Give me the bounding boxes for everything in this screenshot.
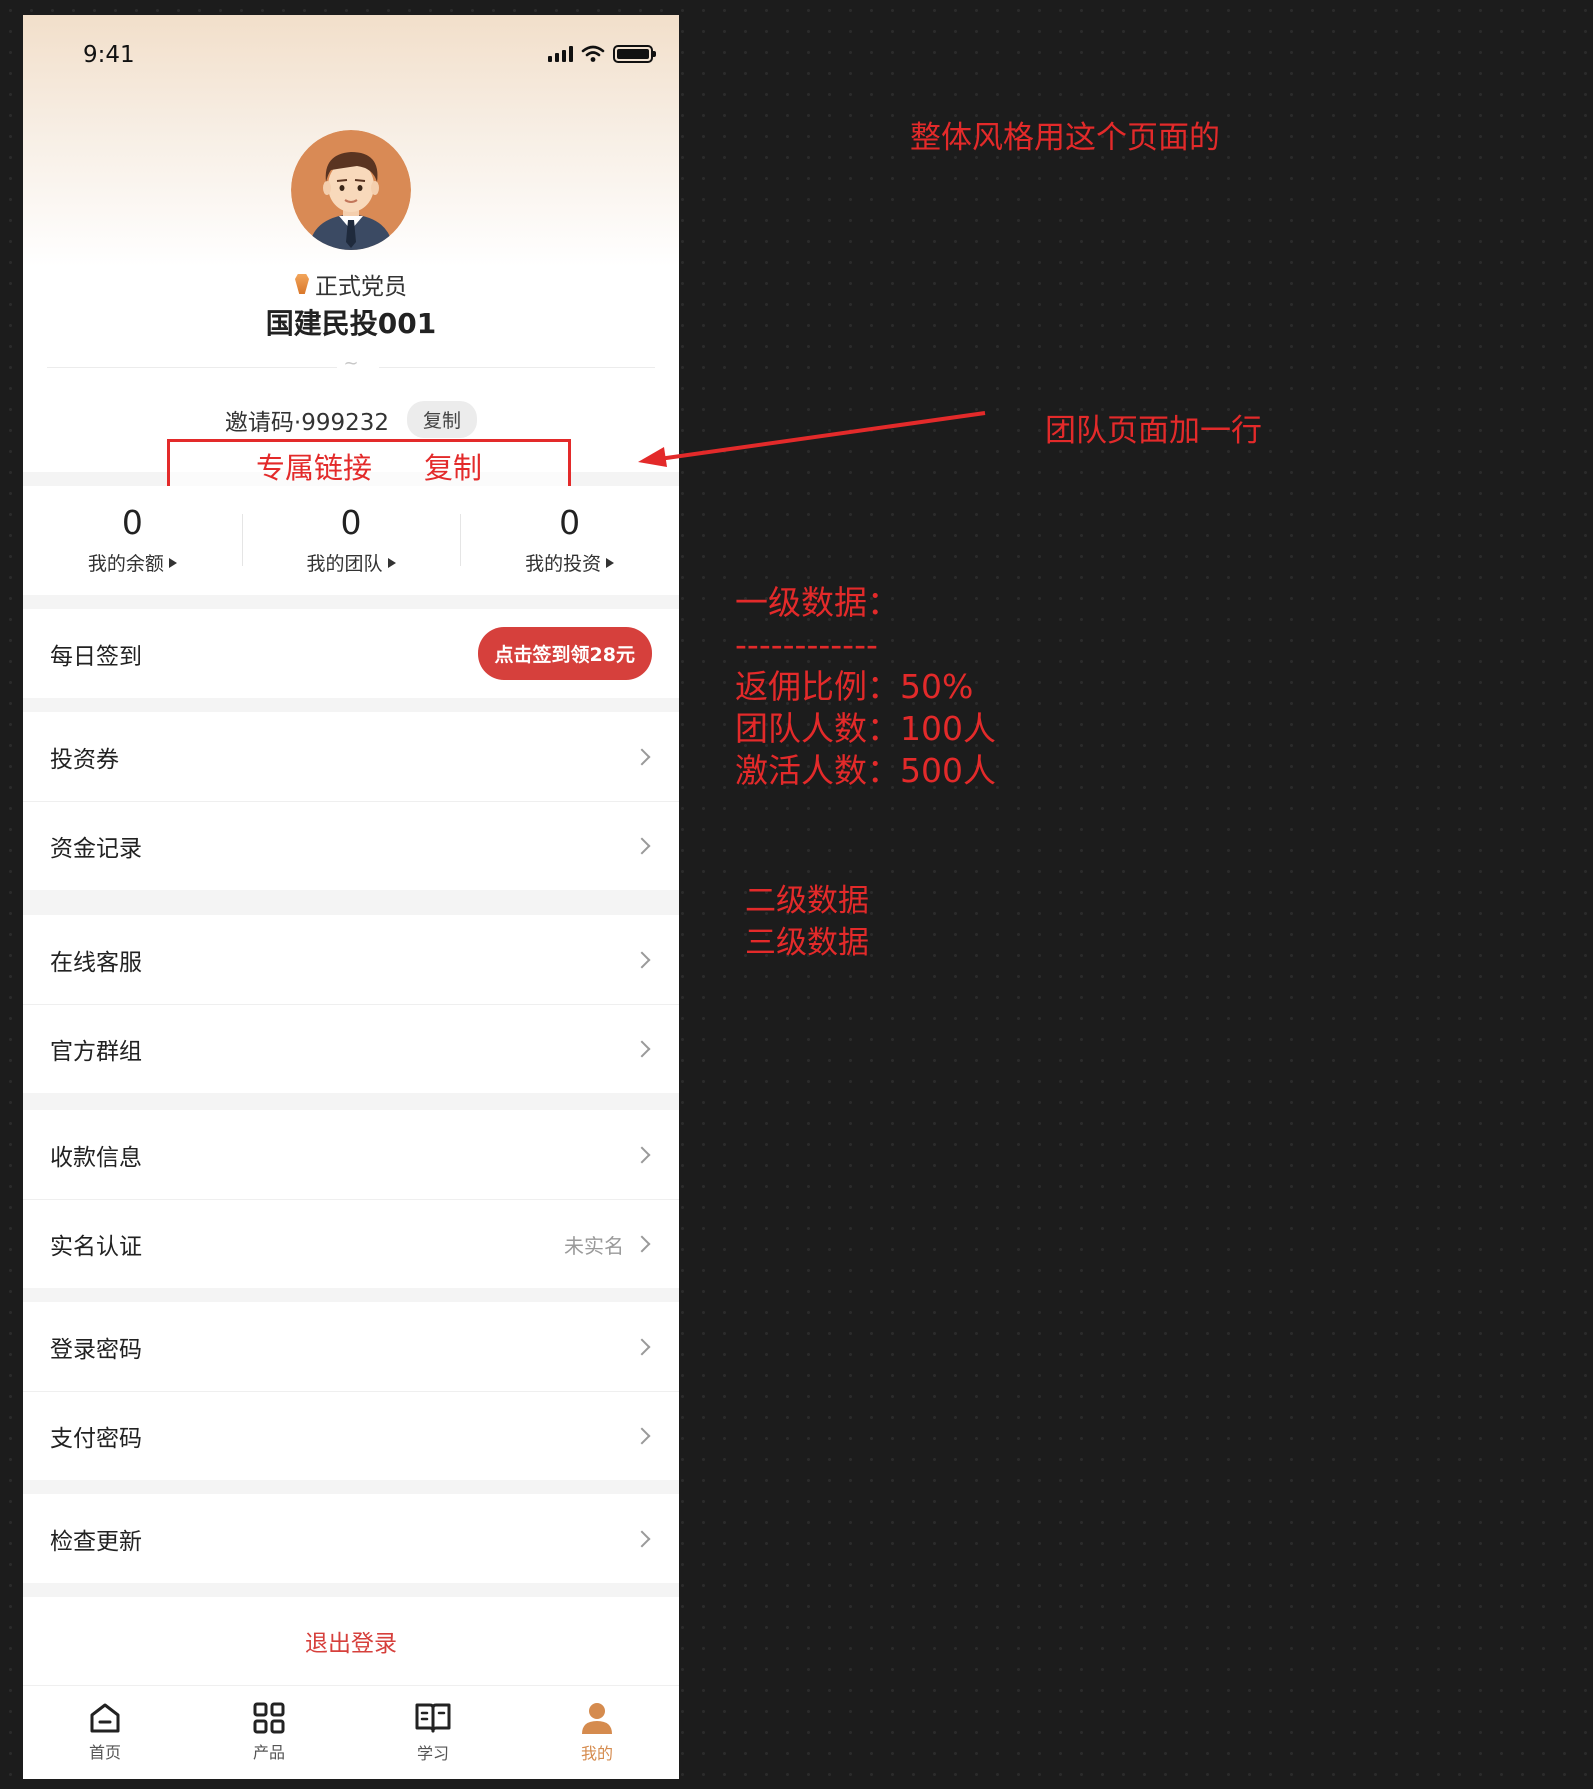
chevron-right-icon <box>633 1146 651 1163</box>
level1-title: 一级数据： <box>735 583 900 622</box>
menu-item-online-service[interactable]: 在线客服 <box>23 915 679 1004</box>
triangle-right-icon <box>168 557 177 568</box>
chevron-right-icon <box>633 1338 651 1355</box>
tab-label: 我的 <box>580 1744 613 1763</box>
invite-code-row: 邀请码·999232 复制 <box>23 401 679 438</box>
level2-label: 二级数据 <box>745 883 869 919</box>
phone-screen: 9:41 正式党员 国建民投001 ~ 邀请码·999232 复制 专属链接 复… <box>23 15 679 1779</box>
menu-label: 投资券 <box>50 746 119 773</box>
level3-label: 三级数据 <box>745 925 869 961</box>
divider-tilde: ~ <box>343 353 359 374</box>
menu-group-finance: 投资券 资金记录 <box>23 712 679 890</box>
menu-label: 资金记录 <box>50 836 142 862</box>
style-annotation: 整体风格用这个页面的 <box>910 120 1220 156</box>
stats-row: 0 我的余额 0 我的团队 0 我的投资 <box>23 486 679 595</box>
member-badge: 正式党员 <box>23 267 679 301</box>
level1-annotation: 一级数据： ------------ 返佣比例：50% 团队人数：100人 激活… <box>735 582 996 792</box>
level1-activated: 激活人数：500人 <box>735 751 996 790</box>
checkin-group: 每日签到 点击签到领28元 <box>23 609 679 698</box>
chevron-right-icon <box>633 748 651 765</box>
status-time: 9:41 <box>83 42 135 68</box>
wifi-icon <box>581 45 605 62</box>
menu-item-pay-password[interactable]: 支付密码 <box>23 1391 679 1480</box>
chevron-right-icon <box>633 1040 651 1058</box>
chevron-right-icon <box>633 1530 651 1547</box>
tab-label: 学习 <box>416 1744 449 1763</box>
menu-label: 实名认证 <box>50 1234 142 1260</box>
stat-balance[interactable]: 0 我的余额 <box>23 486 242 595</box>
tab-products[interactable]: 产品 <box>187 1686 351 1779</box>
stat-value: 0 <box>559 502 581 542</box>
stat-investment[interactable]: 0 我的投资 <box>460 486 679 595</box>
menu-label: 在线客服 <box>50 949 142 976</box>
tab-bar: 首页 产品 学习 我的 <box>23 1685 679 1779</box>
menu-group-update: 检查更新 <box>23 1494 679 1583</box>
profile-header: 9:41 正式党员 国建民投001 ~ 邀请码·999232 复制 <box>23 15 679 472</box>
status-icons <box>548 45 656 63</box>
tab-home[interactable]: 首页 <box>23 1686 187 1779</box>
battery-icon <box>613 45 656 63</box>
user-icon <box>582 1703 612 1734</box>
annotation-arrow <box>638 411 986 467</box>
level2-3-annotation: 二级数据 三级数据 <box>745 880 869 964</box>
daily-checkin-row: 每日签到 点击签到领28元 <box>23 609 679 698</box>
tab-learn[interactable]: 学习 <box>351 1686 515 1779</box>
menu-label: 登录密码 <box>50 1336 142 1363</box>
level1-separator: ------------ <box>735 625 878 664</box>
menu-group-account: 收款信息 实名认证 未实名 <box>23 1110 679 1288</box>
chevron-right-icon <box>633 1235 651 1253</box>
grid-icon <box>253 1702 285 1734</box>
menu-label: 收款信息 <box>50 1144 142 1171</box>
chevron-right-icon <box>633 1427 651 1445</box>
divider-right <box>379 367 655 368</box>
tab-label: 产品 <box>252 1743 285 1762</box>
triangle-right-icon <box>387 557 396 568</box>
stat-team[interactable]: 0 我的团队 <box>241 486 461 595</box>
triangle-right-icon <box>606 557 615 568</box>
chevron-right-icon <box>633 951 651 968</box>
menu-item-payment-info[interactable]: 收款信息 <box>23 1110 679 1199</box>
menu-label: 支付密码 <box>50 1426 142 1452</box>
badge-icon <box>295 274 309 294</box>
stat-value: 0 <box>340 502 362 542</box>
user-name: 国建民投001 <box>265 307 437 340</box>
status-bar: 9:41 <box>23 15 679 85</box>
avatar[interactable] <box>291 130 411 250</box>
menu-group-security: 登录密码 支付密码 <box>23 1302 679 1480</box>
tab-mine[interactable]: 我的 <box>515 1686 679 1779</box>
menu-item-real-name[interactable]: 实名认证 未实名 <box>23 1199 679 1288</box>
team-annotation: 团队页面加一行 <box>1045 413 1262 449</box>
menu-label: 检查更新 <box>50 1528 142 1555</box>
level1-team-count: 团队人数：100人 <box>735 709 996 748</box>
stat-label: 我的投资 <box>525 553 602 576</box>
tab-label: 首页 <box>88 1743 121 1762</box>
stat-value: 0 <box>121 502 143 542</box>
menu-label: 官方群组 <box>50 1039 142 1065</box>
home-icon <box>90 1703 120 1733</box>
menu-group-support: 在线客服 官方群组 <box>23 915 679 1093</box>
level1-rebate: 返佣比例：50% <box>735 667 974 706</box>
member-level: 正式党员 <box>315 274 407 300</box>
menu-item-login-password[interactable]: 登录密码 <box>23 1302 679 1391</box>
chevron-right-icon <box>633 837 651 855</box>
copy-invite-button[interactable]: 复制 <box>407 401 478 438</box>
menu-item-check-update[interactable]: 检查更新 <box>23 1494 679 1583</box>
exclusive-link-copy[interactable]: 复制 <box>424 445 482 487</box>
stat-label: 我的余额 <box>87 553 164 576</box>
real-name-status: 未实名 <box>564 1233 624 1258</box>
menu-label: 每日签到 <box>50 643 142 670</box>
book-icon <box>415 1703 451 1733</box>
menu-item-coupons[interactable]: 投资券 <box>23 712 679 801</box>
menu-item-official-group[interactable]: 官方群组 <box>23 1004 679 1093</box>
exclusive-link-annotation-box: 专属链接 复制 <box>167 439 571 493</box>
invite-code: 邀请码·999232 <box>224 409 390 436</box>
signal-icon <box>548 46 573 62</box>
menu-item-fund-records[interactable]: 资金记录 <box>23 801 679 890</box>
checkin-button[interactable]: 点击签到领28元 <box>477 627 652 680</box>
stat-label: 我的团队 <box>306 553 383 576</box>
exclusive-link-label[interactable]: 专属链接 <box>256 445 372 487</box>
logout-button[interactable]: 退出登录 <box>23 1597 679 1685</box>
